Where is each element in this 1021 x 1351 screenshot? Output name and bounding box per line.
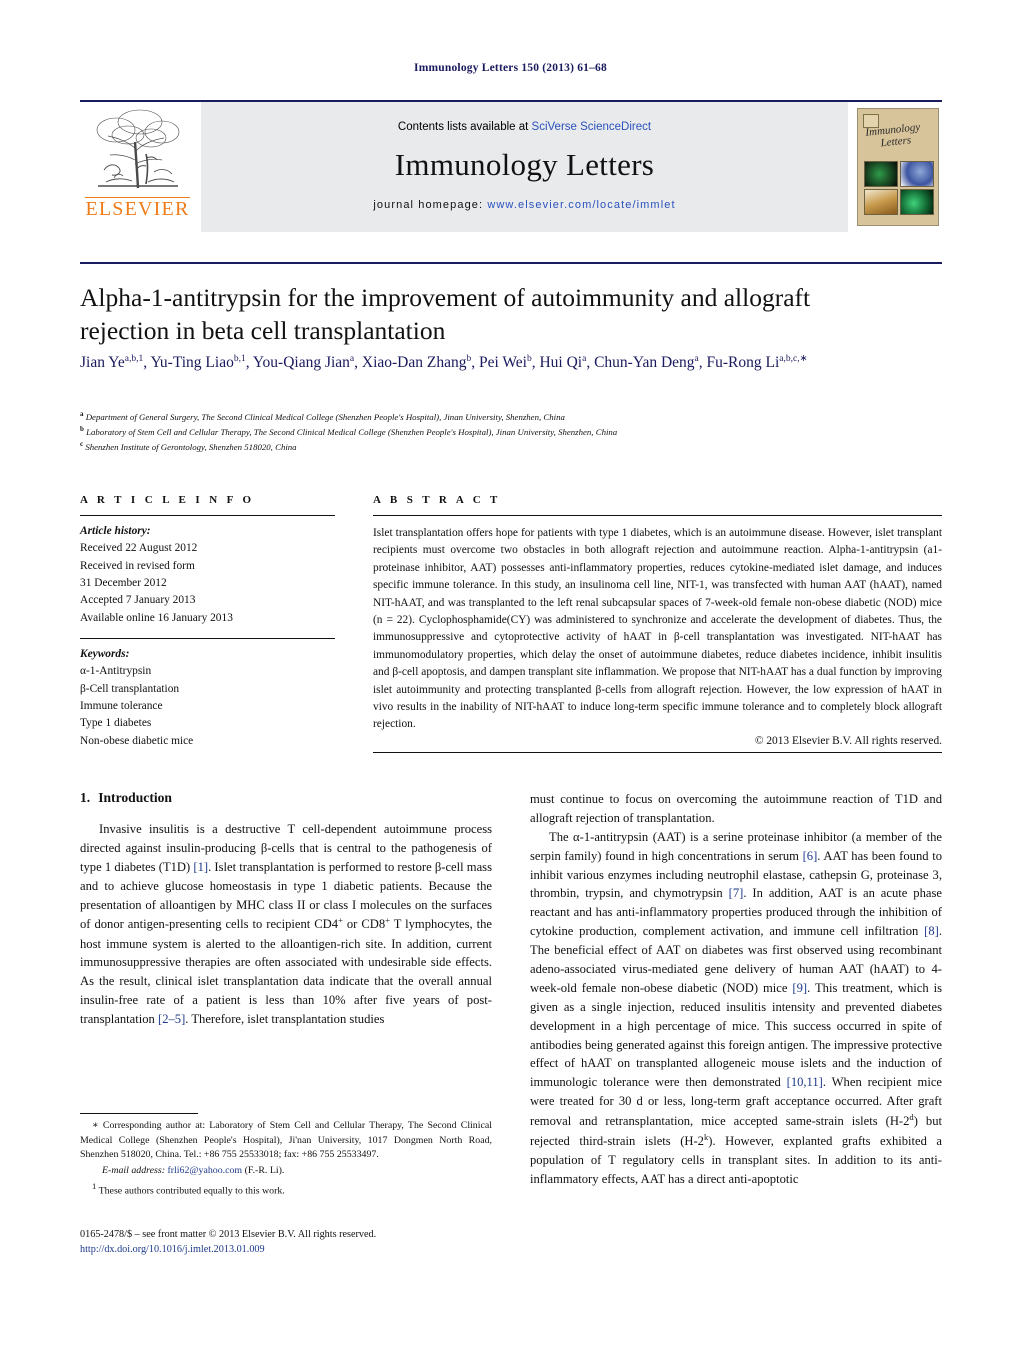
contents-prefix: Contents lists available at (397, 121, 532, 133)
intro-paragraph-left: Invasive insulitis is a destructive T ce… (80, 822, 492, 1027)
journal-title: Immunology Letters (394, 147, 655, 182)
footnote-block: ∗ Corresponding author at: Laboratory of… (80, 1113, 492, 1199)
body-column-right: must continue to focus on overcoming the… (530, 790, 942, 1189)
aat-paragraph: The α-1-antitrypsin (AAT) is a serine pr… (530, 829, 943, 1187)
abstract-bottom-rule (373, 751, 942, 753)
equal-contribution-note: 1 These authors contributed equally to t… (92, 1180, 285, 1196)
masthead-center: Contents lists available at SciVerse Sci… (201, 102, 848, 232)
history-line-0: Received 22 August 2012 (80, 542, 198, 555)
cover-micrograph-grid (864, 161, 934, 215)
homepage-url-link[interactable]: www.elsevier.com/locate/immlet (487, 199, 675, 211)
history-line-3: Accepted 7 January 2013 (80, 594, 196, 607)
doi-link[interactable]: http://dx.doi.org/10.1016/j.imlet.2013.0… (80, 1243, 540, 1258)
affiliation-a-text: Department of General Surgery, The Secon… (85, 411, 565, 422)
running-head: Immunology Letters 150 (2013) 61–68 (414, 62, 607, 74)
title-divider (80, 262, 942, 264)
micrograph-4 (900, 189, 934, 215)
micrograph-2 (900, 161, 934, 187)
journal-cover-thumbnail: Immunology Letters (854, 102, 942, 232)
keyword-1: β-Cell transplantation (80, 682, 180, 695)
affiliation-c: c Shenzhen Institute of Gerontology, She… (80, 440, 297, 453)
cover-footer (863, 215, 934, 222)
keywords-label: Keywords: (80, 647, 130, 660)
keyword-4: Non-obese diabetic mice (80, 734, 194, 747)
abstract-heading: A B S T R A C T (373, 494, 501, 506)
article-title: Alpha-1-antitrypsin for the improvement … (80, 283, 811, 345)
journal-homepage-line: journal homepage: www.elsevier.com/locat… (373, 199, 675, 211)
issn-copyright-block: 0165-2478/$ – see front matter © 2013 El… (80, 1228, 540, 1258)
affiliation-b: b Laboratory of Stem Cell and Cellular T… (80, 425, 618, 438)
article-info-heading: A R T I C L E I N F O (80, 494, 255, 506)
elsevier-logo: ELSEVIER (80, 102, 195, 232)
history-line-2: 31 December 2012 (80, 576, 167, 589)
history-line-1: Received in revised form (80, 559, 195, 572)
affiliation-c-text: Shenzhen Institute of Gerontology, Shenz… (85, 442, 297, 453)
footnote-rule (80, 1113, 198, 1114)
abstract-column: A B S T R A C T Islet transplantation of… (373, 494, 942, 753)
affiliations: a Department of General Surgery, The Sec… (80, 409, 900, 455)
keyword-2: Immune tolerance (80, 699, 163, 712)
article-info-column: A R T I C L E I N F O Article history: R… (80, 494, 335, 750)
sciencedirect-link[interactable]: SciVerse ScienceDirect (532, 121, 652, 133)
abstract-text: Islet transplantation offers hope for pa… (373, 527, 942, 731)
article-history-label: Article history: (80, 525, 151, 537)
cover-image: Immunology Letters (857, 108, 939, 226)
contents-available-line: Contents lists available at SciVerse Sci… (398, 121, 651, 133)
affiliation-a: a Department of General Surgery, The Sec… (80, 410, 565, 422)
affiliation-b-text: Laboratory of Stem Cell and Cellular The… (86, 427, 618, 438)
abstract-copyright: © 2013 Elsevier B.V. All rights reserved… (754, 734, 942, 747)
section-number: 1. (80, 790, 91, 805)
body-column-left: 1. Introduction Invasive insulitis is a d… (80, 790, 492, 1029)
intro-paragraph-right-continued: must continue to focus on overcoming the… (530, 792, 942, 825)
keywords-list: Keywords: α-1-Antitrypsin β-Cell transpl… (80, 639, 335, 750)
micrograph-3 (864, 189, 898, 215)
micrograph-1 (864, 161, 898, 187)
section-title: Introduction (98, 790, 172, 805)
cover-title-text: Immunology Letters (865, 121, 922, 151)
cover-title-line2: Letters (879, 133, 912, 149)
elsevier-tree-icon (96, 109, 179, 189)
corresponding-author-note: ∗ Corresponding author at: Laboratory of… (80, 1120, 492, 1161)
article-history: Article history: Received 22 August 2012… (80, 516, 335, 627)
journal-masthead: ELSEVIER Contents lists available at Sci… (80, 100, 942, 232)
keyword-0: α-1-Antitrypsin (80, 665, 152, 678)
issn-line: 0165-2478/$ – see front matter © 2013 El… (80, 1229, 377, 1240)
history-line-4: Available online 16 January 2013 (80, 611, 233, 624)
homepage-label: journal homepage: (373, 199, 484, 211)
paper-page: Immunology Letters 150 (2013) 61–68 ELSE… (0, 0, 1021, 1351)
email-note: E-mail address: frli62@yahoo.com (F.-R. … (102, 1164, 285, 1176)
section-heading-introduction: 1. Introduction (80, 790, 492, 806)
author-list: Jian Yea,b,1, Yu-Ting Liaob,1, You-Qiang… (80, 353, 808, 371)
keyword-3: Type 1 diabetes (80, 717, 152, 730)
elsevier-wordmark: ELSEVIER (85, 197, 190, 220)
keywords-block: Keywords: α-1-Antitrypsin β-Cell transpl… (80, 637, 335, 750)
